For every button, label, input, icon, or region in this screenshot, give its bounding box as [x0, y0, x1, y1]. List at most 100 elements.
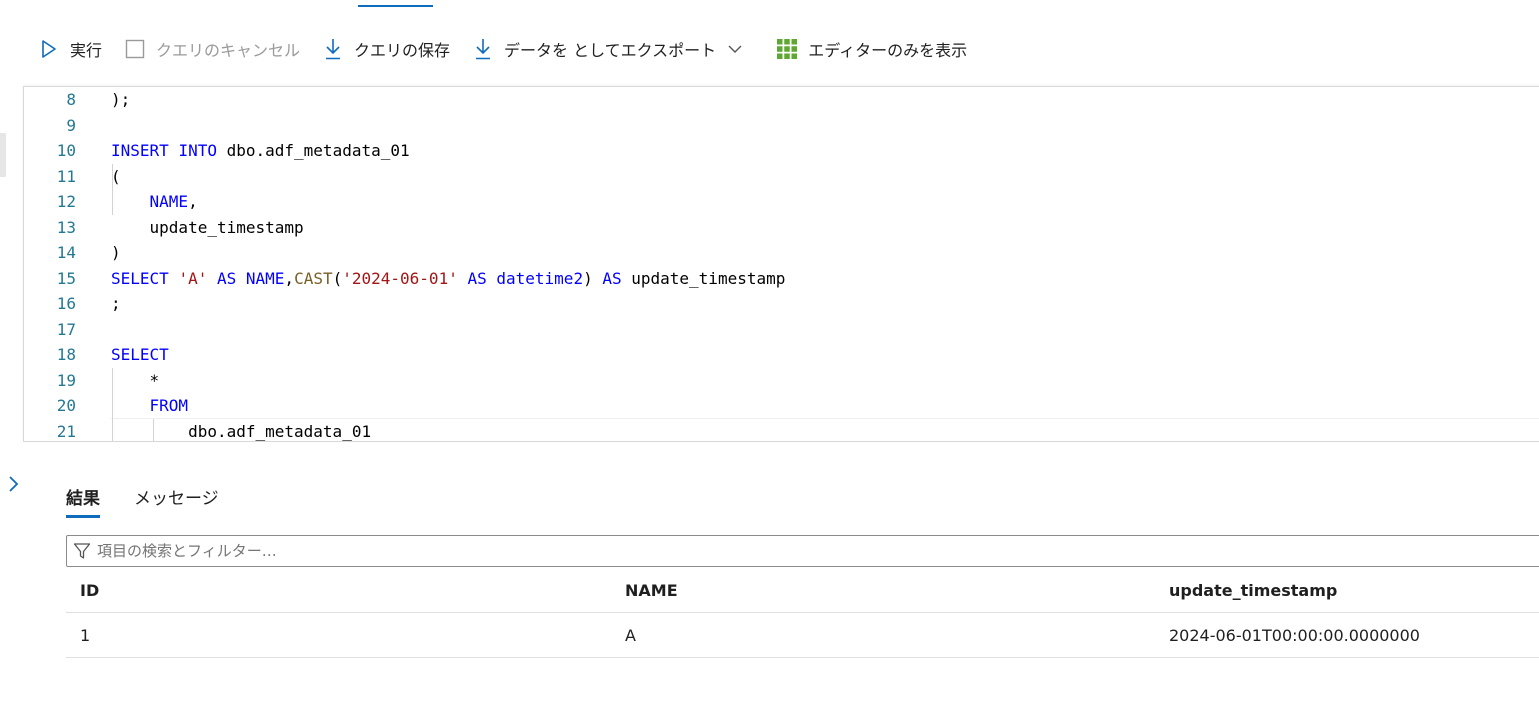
code-token: update_timestamp	[111, 217, 304, 237]
run-label: 実行	[70, 41, 103, 60]
line-number: 12	[56, 192, 76, 211]
line-number: 18	[56, 345, 76, 364]
chevron-down-icon[interactable]	[724, 38, 746, 60]
code-line[interactable]: 15 SELECT 'A' AS NAME,CAST('2024-06-01' A…	[24, 266, 1539, 292]
stop-square-icon	[124, 38, 146, 60]
code-token: (	[332, 268, 343, 288]
code-token: )	[583, 268, 603, 288]
code-token: )	[111, 243, 121, 262]
line-number: 19	[56, 370, 76, 390]
code-token: (	[111, 166, 121, 186]
code-token: INSERT	[111, 141, 169, 160]
code-token: ;	[111, 294, 121, 313]
code-token: AS	[216, 268, 237, 288]
query-toolbar: 実行 クエリのキャンセル クエリの保存 データを としてエクスポート エディター…	[38, 34, 967, 64]
line-number: 13	[56, 217, 76, 237]
tab-results[interactable]: 結果	[66, 484, 100, 518]
filter-input[interactable]	[97, 542, 697, 560]
play-icon	[38, 38, 60, 60]
code-line[interactable]: 11 (	[24, 164, 1539, 190]
code-token: datetime2	[496, 268, 584, 288]
line-number: 21	[56, 421, 76, 441]
table-cell: A	[625, 626, 636, 645]
table-row[interactable]: 1 A 2024-06-01T00:00:00.0000000	[66, 613, 1539, 658]
column-header[interactable]: ID	[80, 568, 99, 613]
code-text: dbo.adf_metadata_01	[111, 419, 372, 442]
code-line[interactable]: 14)	[24, 240, 1539, 266]
run-button[interactable]: 実行	[38, 34, 102, 64]
line-number: 14	[56, 243, 76, 262]
export-data-label: データを としてエクスポート	[504, 41, 717, 60]
code-token: SELECT	[111, 345, 169, 364]
code-text: )	[111, 240, 121, 266]
table-cell: 2024-06-01T00:00:00.0000000	[1169, 626, 1420, 645]
code-text: NAME,	[111, 189, 198, 215]
chevron-right-icon[interactable]	[5, 474, 23, 494]
code-line[interactable]: 18 SELECT	[24, 342, 1539, 368]
column-header[interactable]: NAME	[625, 568, 678, 613]
code-token: dbo.adf_metadata_01	[216, 141, 410, 160]
line-number: 9	[66, 115, 76, 135]
tab-messages[interactable]: メッセージ	[134, 484, 219, 518]
grid-icon	[776, 38, 798, 60]
code-line[interactable]: 12 NAME,	[24, 189, 1539, 215]
code-line[interactable]: 21 dbo.adf_metadata_01	[24, 419, 1539, 442]
active-document-tab-indicator	[358, 0, 433, 7]
code-text: INSERT INTO dbo.adf_metadata_01	[111, 138, 410, 164]
export-data-button[interactable]: データを としてエクスポート	[472, 34, 756, 64]
cancel-query-button[interactable]: クエリのキャンセル	[124, 34, 300, 64]
code-text: update_timestamp	[111, 215, 304, 241]
code-text: FROM	[111, 393, 189, 419]
code-token: 'A'	[178, 268, 208, 288]
code-line[interactable]: 10 INSERT INTO dbo.adf_metadata_01	[24, 138, 1539, 164]
code-text: SELECT	[111, 342, 169, 368]
code-token: NAME	[245, 268, 285, 288]
code-token: update_timestamp	[621, 268, 786, 288]
column-header[interactable]: update_timestamp	[1169, 568, 1337, 613]
results-tabs: 結果 メッセージ	[66, 484, 253, 518]
code-token: NAME	[149, 192, 189, 211]
sidebar-edge-marker	[0, 133, 6, 177]
save-query-button[interactable]: クエリの保存	[322, 34, 450, 64]
cancel-query-label: クエリのキャンセル	[156, 41, 301, 60]
code-text: (	[111, 164, 121, 190]
line-number: 16	[56, 294, 76, 313]
table-header-row: ID NAME update_timestamp	[66, 568, 1539, 613]
code-token: ,	[284, 268, 295, 288]
code-text: ;	[111, 291, 121, 317]
code-token: AS	[602, 268, 622, 288]
download-arrow-icon	[472, 38, 494, 60]
line-number: 17	[56, 319, 76, 339]
code-line[interactable]: 9	[24, 113, 1539, 139]
code-token: SELECT	[111, 268, 169, 288]
code-token: dbo.adf_metadata_01	[111, 421, 372, 441]
code-line[interactable]: 20 FROM	[24, 393, 1539, 419]
code-token: CAST	[294, 268, 333, 288]
code-line[interactable]: 19 *	[24, 368, 1539, 394]
download-arrow-icon	[322, 38, 344, 60]
code-line[interactable]: 17	[24, 317, 1539, 343]
line-number: 20	[56, 396, 76, 415]
filter-box	[66, 535, 1539, 567]
code-text: *	[111, 368, 160, 394]
code-line[interactable]: 13 update_timestamp	[24, 215, 1539, 241]
editor-only-label: エディターのみを表示	[808, 41, 968, 60]
code-token: );	[111, 90, 131, 109]
code-line[interactable]: 8);	[24, 87, 1539, 113]
code-token: *	[111, 370, 160, 390]
save-query-label: クエリの保存	[354, 41, 451, 60]
code-token: INTO	[178, 141, 217, 160]
code-text: );	[111, 87, 130, 113]
sql-code-editor[interactable]: 8); 9 10 INSERT INTO dbo.adf_metadata_01 11(…	[23, 86, 1539, 442]
code-line[interactable]: 16;	[24, 291, 1539, 317]
code-text: SELECT 'A' AS NAME,CAST('2024-06-01' AS …	[111, 266, 785, 292]
code-token: AS	[467, 268, 487, 288]
filter-funnel-icon	[73, 541, 93, 561]
editor-only-button[interactable]: エディターのみを表示	[776, 34, 967, 64]
